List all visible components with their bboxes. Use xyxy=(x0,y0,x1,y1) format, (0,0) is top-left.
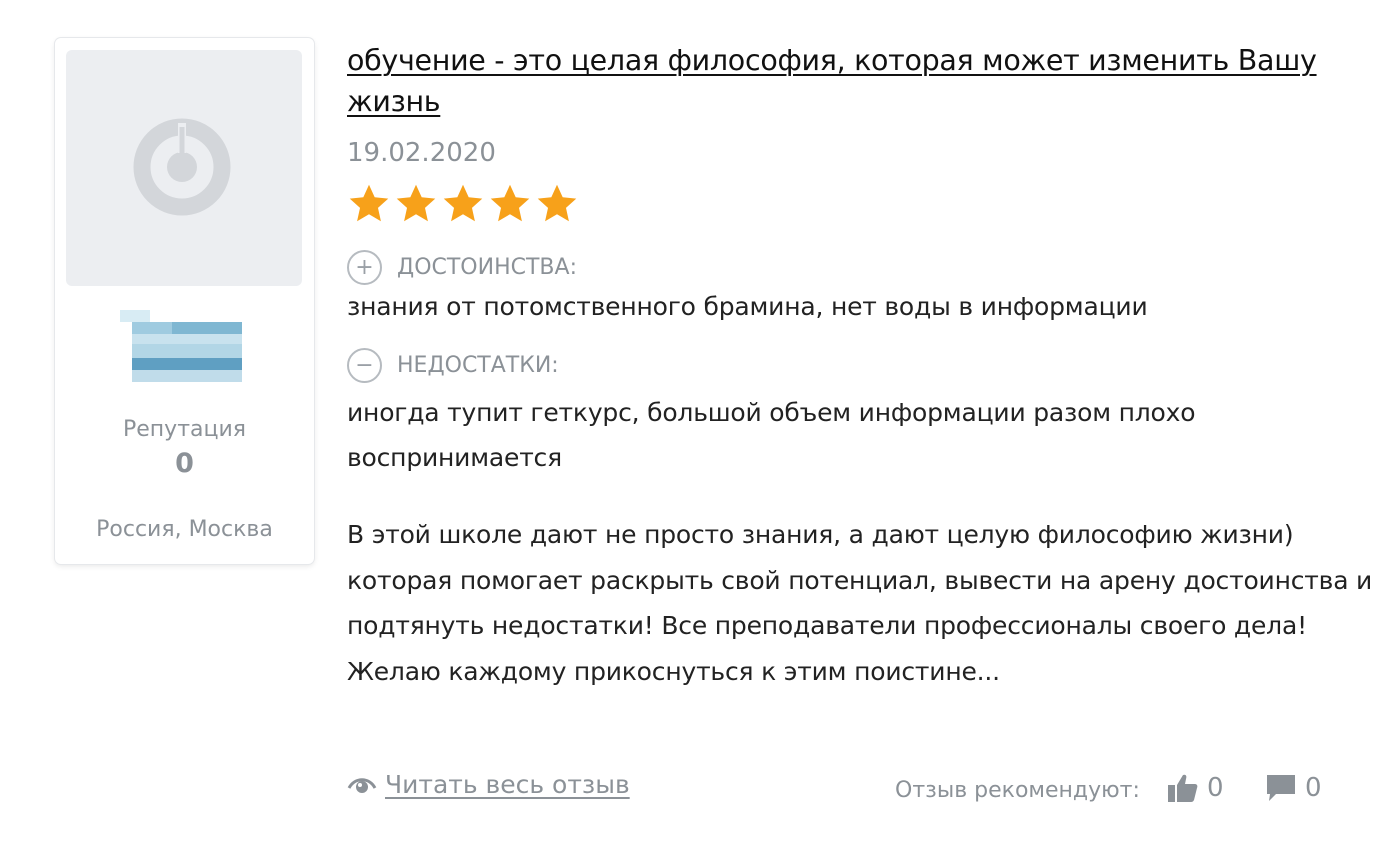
pros-label: ДОСТОИНСТВА: xyxy=(397,255,577,280)
cons-label: НЕДОСТАТКИ: xyxy=(397,353,559,378)
rating-stars xyxy=(347,182,579,226)
user-location: Россия, Москва xyxy=(96,517,273,542)
user-placeholder-icon xyxy=(133,118,231,216)
review-title-link[interactable]: обучение - это целая философия, которая … xyxy=(347,40,1377,122)
review: обучение - это целая философия, которая … xyxy=(347,40,1377,803)
star-icon xyxy=(349,184,389,222)
star-icon xyxy=(490,184,530,222)
cons-text: иногда тупит геткурс, большой объем инфо… xyxy=(347,398,1196,472)
pros-text: знания от потомственного брамина, нет во… xyxy=(347,292,1148,321)
review-date: 19.02.2020 xyxy=(347,138,496,168)
username-blurred[interactable] xyxy=(120,310,250,384)
cons-heading: − НЕДОСТАТКИ: xyxy=(347,348,559,383)
comments-button[interactable]: 0 xyxy=(1265,773,1322,803)
user-card: Репутация 0 Россия, Москва xyxy=(55,38,314,564)
star-icon xyxy=(443,184,483,222)
star-icon xyxy=(396,184,436,222)
recommend-label: Отзыв рекомендуют: xyxy=(895,778,1140,803)
likes-count: 0 xyxy=(1207,773,1224,803)
read-full-review-link[interactable]: Читать весь отзыв xyxy=(347,770,630,799)
review-body: В этой школе дают не просто знания, а да… xyxy=(347,520,1373,686)
reputation-value: 0 xyxy=(175,448,194,479)
star-icon xyxy=(537,184,577,222)
pros-heading: + ДОСТОИНСТВА: xyxy=(347,250,577,285)
like-button[interactable]: 0 xyxy=(1167,773,1224,803)
plus-circle-icon: + xyxy=(347,250,382,285)
read-full-review-label[interactable]: Читать весь отзыв xyxy=(385,770,630,799)
eye-icon xyxy=(347,777,377,793)
avatar[interactable] xyxy=(66,50,302,286)
comments-count: 0 xyxy=(1305,773,1322,803)
reputation-label: Репутация xyxy=(122,417,246,442)
minus-circle-icon: − xyxy=(347,348,382,383)
thumbs-up-icon xyxy=(1168,774,1198,802)
comment-bubble-icon xyxy=(1267,775,1295,801)
